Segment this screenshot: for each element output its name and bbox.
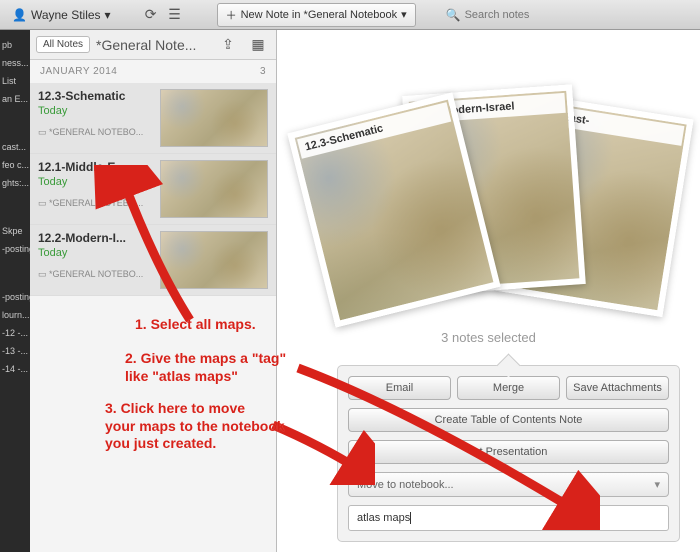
annotation-2: 2. Give the maps a "tag" like "atlas map…: [125, 350, 286, 385]
tag-input[interactable]: atlas maps: [348, 505, 669, 531]
notebook-title[interactable]: *General Note...: [96, 37, 210, 53]
note-notebook: ▭ *GENERAL NOTEBO...: [38, 269, 152, 280]
user-name: Wayne Stiles: [31, 8, 101, 22]
card-label: 12.3-Schematic: [297, 102, 451, 159]
month-label: JANUARY 2014: [40, 66, 117, 77]
selection-card-stack: ddle-East- 12.2-Modern-Israel 12.3-Schem…: [309, 90, 669, 290]
note-list-header: All Notes *General Note... ⇪ ▦: [30, 30, 276, 60]
annotation-1: 1. Select all maps.: [135, 316, 256, 334]
activity-icon[interactable]: ☰: [166, 6, 184, 24]
sidebar-item[interactable]: -posting: [0, 288, 30, 306]
start-presentation-button[interactable]: art Presentation: [348, 440, 669, 464]
email-button[interactable]: Email: [348, 376, 451, 400]
sidebar-item[interactable]: ness...: [0, 54, 30, 72]
chevron-down-icon: ▾: [105, 8, 111, 22]
note-row[interactable]: 12.2-Modern-I... Today ▭ *GENERAL NOTEBO…: [30, 225, 276, 296]
share-icon[interactable]: ⇪: [219, 36, 237, 54]
selection-count: 3 notes selected: [277, 330, 700, 345]
create-toc-button[interactable]: Create Table of Contents Note: [348, 408, 669, 432]
note-title: 12.2-Modern-I...: [38, 231, 152, 245]
sidebar-item[interactable]: ghts:...: [0, 174, 30, 192]
chevron-down-icon: ▾: [654, 478, 660, 491]
multi-select-actions-panel: Email Merge Save Attachments Create Tabl…: [337, 365, 680, 542]
note-date: Today: [38, 105, 152, 117]
sidebar-item[interactable]: pb: [0, 36, 30, 54]
tag-input-value: atlas maps: [357, 512, 410, 524]
sync-icon[interactable]: ⟳: [142, 6, 160, 24]
user-icon: 👤: [12, 8, 27, 22]
note-row[interactable]: 12.3-Schematic Today ▭ *GENERAL NOTEBO..…: [30, 83, 276, 154]
new-note-label: New Note in *General Notebook: [241, 9, 398, 21]
chevron-down-icon: ▾: [401, 8, 407, 21]
note-notebook: ▭ *GENERAL NOTEBO...: [38, 198, 152, 209]
note-thumbnail: [160, 160, 268, 218]
sidebar-item[interactable]: -13 -...: [0, 342, 30, 360]
left-sidebar: pb ness... List an E... cast... feo c...…: [0, 30, 30, 552]
search-icon: 🔍: [446, 8, 461, 22]
note-notebook: ▭ *GENERAL NOTEBO...: [38, 127, 152, 138]
all-notes-button[interactable]: All Notes: [36, 36, 90, 53]
sidebar-item[interactable]: -12 -...: [0, 324, 30, 342]
sidebar-item[interactable]: lourn...: [0, 306, 30, 324]
save-attachments-button[interactable]: Save Attachments: [566, 376, 669, 400]
note-title: 12.1-Middle-E...: [38, 160, 152, 174]
note-row[interactable]: 12.1-Middle-E... Today ▭ *GENERAL NOTEBO…: [30, 154, 276, 225]
annotation-3: 3. Click here to move your maps to the n…: [105, 400, 285, 453]
note-detail-panel: ddle-East- 12.2-Modern-Israel 12.3-Schem…: [277, 30, 700, 552]
sidebar-item[interactable]: List: [0, 72, 30, 90]
app-toolbar: 👤 Wayne Stiles ▾ ⟳ ☰ ＋ New Note in *Gene…: [0, 0, 700, 30]
note-thumbnail: [160, 231, 268, 289]
sidebar-item[interactable]: -14 -...: [0, 360, 30, 378]
sidebar-item[interactable]: feo c...: [0, 156, 30, 174]
move-label: Move to notebook...: [357, 479, 454, 491]
sidebar-item[interactable]: Skpe: [0, 222, 30, 240]
merge-button[interactable]: Merge: [457, 376, 560, 400]
new-note-button[interactable]: ＋ New Note in *General Notebook ▾: [217, 3, 416, 27]
move-to-notebook-dropdown[interactable]: Move to notebook... ▾: [348, 472, 669, 497]
note-list-panel: All Notes *General Note... ⇪ ▦ JANUARY 2…: [30, 30, 277, 552]
search-field[interactable]: 🔍: [446, 8, 585, 22]
note-thumbnail: [160, 89, 268, 147]
search-input[interactable]: [465, 9, 585, 21]
plus-icon: ＋: [226, 7, 237, 23]
view-mode-icon[interactable]: ▦: [249, 36, 267, 54]
month-count: 3: [260, 66, 266, 77]
month-header: JANUARY 2014 3: [30, 60, 276, 83]
user-menu[interactable]: 👤 Wayne Stiles ▾: [4, 5, 119, 25]
sidebar-item[interactable]: an E...: [0, 90, 30, 108]
note-title: 12.3-Schematic: [38, 89, 152, 103]
sidebar-item[interactable]: -posting: [0, 240, 30, 258]
note-date: Today: [38, 176, 152, 188]
note-date: Today: [38, 247, 152, 259]
sidebar-item[interactable]: cast...: [0, 138, 30, 156]
